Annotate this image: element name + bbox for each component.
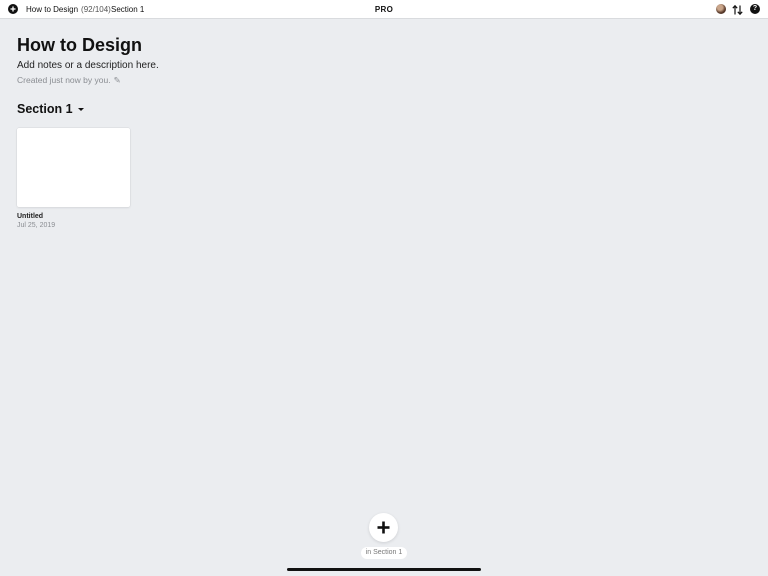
design-card-date: Jul 25, 2019 [17,222,56,229]
sort-arrows-icon[interactable] [732,3,743,16]
avatar[interactable] [716,4,726,14]
chevron-down-icon [77,108,84,111]
page-title[interactable]: How to Design [17,34,142,56]
help-icon[interactable]: ? [750,4,760,14]
pencil-icon[interactable]: ✎ [114,75,121,85]
home-indicator [287,568,481,571]
design-card-title[interactable]: Untitled [17,212,43,221]
top-bar: How to Design (92/104) · Section 1 PRO ? [0,0,768,19]
add-design-button[interactable] [369,513,398,542]
add-caption: in Section 1 [361,547,407,559]
plus-icon [377,521,390,534]
plan-badge: PRO [374,5,394,14]
created-text: Created just now by you. [17,75,111,85]
description-field[interactable]: Add notes or a description here. [17,59,159,72]
created-info: Created just now by you. ✎ [17,75,121,86]
design-card-thumbnail[interactable] [17,128,130,207]
section-title: Section 1 [17,102,73,116]
section-selector[interactable]: Section 1 [17,101,84,117]
